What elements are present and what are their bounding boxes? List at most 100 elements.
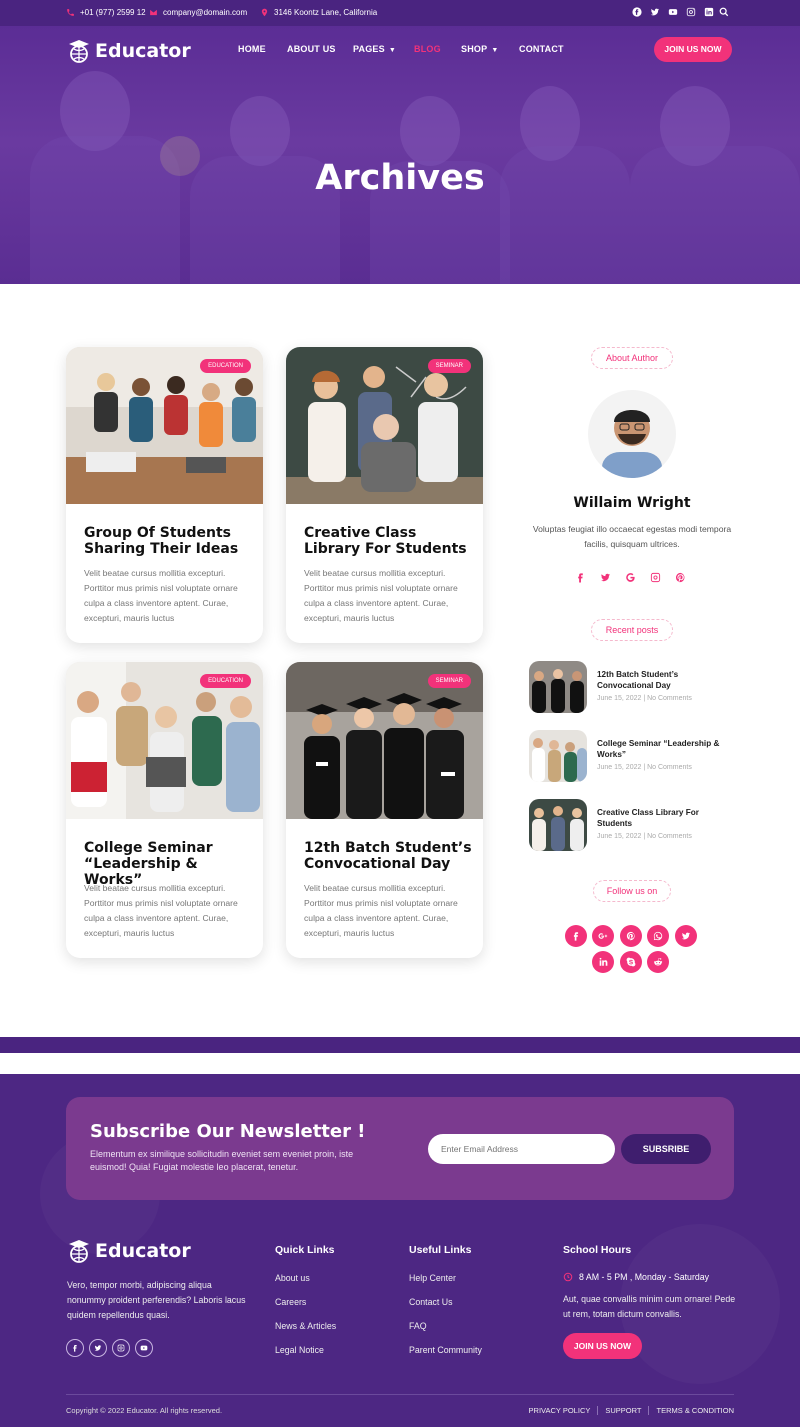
- nav-pages[interactable]: PAGES ▼: [353, 44, 396, 54]
- recent-post-thumbnail: [529, 799, 587, 851]
- recent-post-item[interactable]: 12th Batch Student’s Convocational Day J…: [529, 661, 729, 713]
- facebook-icon: [573, 932, 579, 941]
- privacy-policy-link[interactable]: PRIVACY POLICY: [529, 1406, 598, 1415]
- author-avatar: [588, 390, 676, 478]
- recent-post-title[interactable]: 12th Batch Student’s Convocational Day: [597, 669, 727, 691]
- location-pin-icon: [261, 8, 268, 17]
- search-icon[interactable]: [719, 7, 729, 17]
- author-social-links: [575, 572, 686, 583]
- instagram-icon[interactable]: [650, 572, 661, 583]
- facebook-icon[interactable]: [632, 7, 642, 17]
- google-plus-icon: [598, 933, 608, 939]
- nav-about[interactable]: ABOUT US: [287, 44, 336, 54]
- instagram-icon[interactable]: [686, 7, 696, 17]
- recent-post-date: June 15, 2022 | No Comments: [597, 695, 692, 702]
- nav-blog[interactable]: BLOG: [414, 44, 441, 54]
- footer-link[interactable]: Careers: [275, 1297, 306, 1307]
- linkedin-icon: [599, 957, 608, 966]
- phone-icon: [67, 9, 74, 16]
- chevron-down-icon: ▼: [388, 47, 396, 54]
- follow-pinterest[interactable]: [620, 925, 642, 947]
- footer-link[interactable]: About us: [275, 1273, 310, 1283]
- youtube-icon[interactable]: [668, 7, 678, 17]
- newsletter-text: Elementum ex similique sollicitudin even…: [90, 1149, 354, 1172]
- phone-text: +01 (977) 2599 12: [80, 8, 146, 17]
- post-title[interactable]: Group Of Students Sharing Their Ideas: [84, 525, 254, 557]
- globe-cap-icon: [69, 40, 89, 63]
- about-author-label: About Author: [591, 347, 673, 369]
- post-excerpt: Velit beatae cursus mollitia excepturi. …: [304, 568, 458, 623]
- post-card[interactable]: SEMINAR Creative Class Library For Stude…: [286, 347, 483, 643]
- follow-reddit[interactable]: [647, 951, 669, 973]
- follow-twitter[interactable]: [675, 925, 697, 947]
- footer-link[interactable]: Parent Community: [409, 1345, 482, 1355]
- post-card[interactable]: SEMINAR 12th Batch Student’s Convocation…: [286, 662, 483, 958]
- copyright-text: Copyright © 2022 Educator. All rights re…: [66, 1406, 223, 1415]
- clock-icon: [563, 1272, 573, 1282]
- facebook-icon[interactable]: [575, 572, 586, 583]
- category-badge[interactable]: SEMINAR: [427, 674, 471, 688]
- follow-us-label: Follow us on: [593, 880, 671, 902]
- footer-link[interactable]: News & Articles: [275, 1321, 336, 1331]
- footer-link[interactable]: FAQ: [409, 1321, 427, 1331]
- footer-link[interactable]: Help Center: [409, 1273, 456, 1283]
- pinterest-icon[interactable]: [675, 572, 686, 583]
- support-link[interactable]: SUPPORT: [597, 1406, 648, 1415]
- footer-divider: [66, 1394, 734, 1395]
- instagram-icon: [117, 1344, 125, 1352]
- footer-youtube[interactable]: [135, 1339, 153, 1357]
- contact-email[interactable]: company@domain.com: [149, 8, 247, 17]
- join-button[interactable]: JOIN US NOW: [654, 37, 732, 62]
- footer-link[interactable]: Contact Us: [409, 1297, 453, 1307]
- footer-social-links: [66, 1339, 153, 1357]
- follow-whatsapp[interactable]: [647, 925, 669, 947]
- whatsapp-icon: [653, 931, 663, 941]
- category-badge[interactable]: EDUCATION: [200, 674, 251, 688]
- footer-link[interactable]: Legal Notice: [275, 1345, 324, 1355]
- twitter-icon[interactable]: [600, 572, 611, 583]
- recent-post-thumbnail: [529, 661, 587, 713]
- google-icon[interactable]: [625, 572, 636, 583]
- footer-logo-text: Educator: [95, 1240, 191, 1262]
- recent-post-date: June 15, 2022 | No Comments: [597, 764, 692, 771]
- terms-link[interactable]: TERMS & CONDITION: [648, 1406, 734, 1415]
- recent-post-item[interactable]: College Seminar “Leadership & Works” Jun…: [529, 730, 729, 782]
- follow-linkedin[interactable]: [592, 951, 614, 973]
- nav-home[interactable]: HOME: [238, 44, 266, 54]
- subscribe-button[interactable]: SUBSRIBE: [621, 1134, 711, 1164]
- recent-post-title[interactable]: Creative Class Library For Students: [597, 807, 727, 829]
- useful-links-title: Useful Links: [409, 1244, 472, 1256]
- linkedin-icon[interactable]: [704, 7, 714, 17]
- footer-join-button[interactable]: JOIN US NOW: [563, 1333, 642, 1359]
- footer-logo[interactable]: Educator: [67, 1238, 191, 1264]
- school-hours: 8 AM - 5 PM , Monday - Saturday: [563, 1272, 709, 1282]
- follow-facebook[interactable]: [565, 925, 587, 947]
- follow-google-plus[interactable]: [592, 925, 614, 947]
- recent-post-date: June 15, 2022 | No Comments: [597, 833, 692, 840]
- top-bar: +01 (977) 2599 12 company@domain.com 314…: [0, 0, 800, 26]
- nav-shop[interactable]: SHOP ▼: [461, 44, 498, 54]
- footer-instagram[interactable]: [112, 1339, 130, 1357]
- recent-post-title[interactable]: College Seminar “Leadership & Works”: [597, 738, 727, 760]
- post-title[interactable]: 12th Batch Student’s Convocational Day: [304, 840, 474, 872]
- recent-post-item[interactable]: Creative Class Library For Students June…: [529, 799, 729, 851]
- post-title[interactable]: Creative Class Library For Students: [304, 525, 474, 557]
- quick-links-title: Quick Links: [275, 1244, 335, 1256]
- newsletter-title: Subscribe Our Newsletter !: [90, 1121, 366, 1142]
- school-hours-title: School Hours: [563, 1244, 632, 1256]
- school-hours-text: 8 AM - 5 PM , Monday - Saturday: [579, 1272, 710, 1282]
- nav-contact[interactable]: CONTACT: [519, 44, 564, 54]
- post-card[interactable]: EDUCATION Group Of Students Sharing Thei…: [66, 347, 263, 643]
- category-badge[interactable]: SEMINAR: [427, 359, 471, 373]
- footer-facebook[interactable]: [66, 1339, 84, 1357]
- logo[interactable]: Educator: [67, 38, 191, 64]
- post-card[interactable]: EDUCATION College Seminar “Leadership & …: [66, 662, 263, 958]
- twitter-icon[interactable]: [650, 7, 660, 17]
- footer-twitter[interactable]: [89, 1339, 107, 1357]
- contact-phone[interactable]: +01 (977) 2599 12: [66, 8, 146, 17]
- category-badge[interactable]: EDUCATION: [200, 359, 251, 373]
- footer-about-text: Vero, tempor morbi, adipiscing aliqua no…: [67, 1280, 246, 1320]
- newsletter-email-input[interactable]: [428, 1134, 615, 1164]
- school-hours-description: Aut, quae convallis minim cum ornare! Pe…: [563, 1294, 736, 1319]
- follow-skype[interactable]: [620, 951, 642, 973]
